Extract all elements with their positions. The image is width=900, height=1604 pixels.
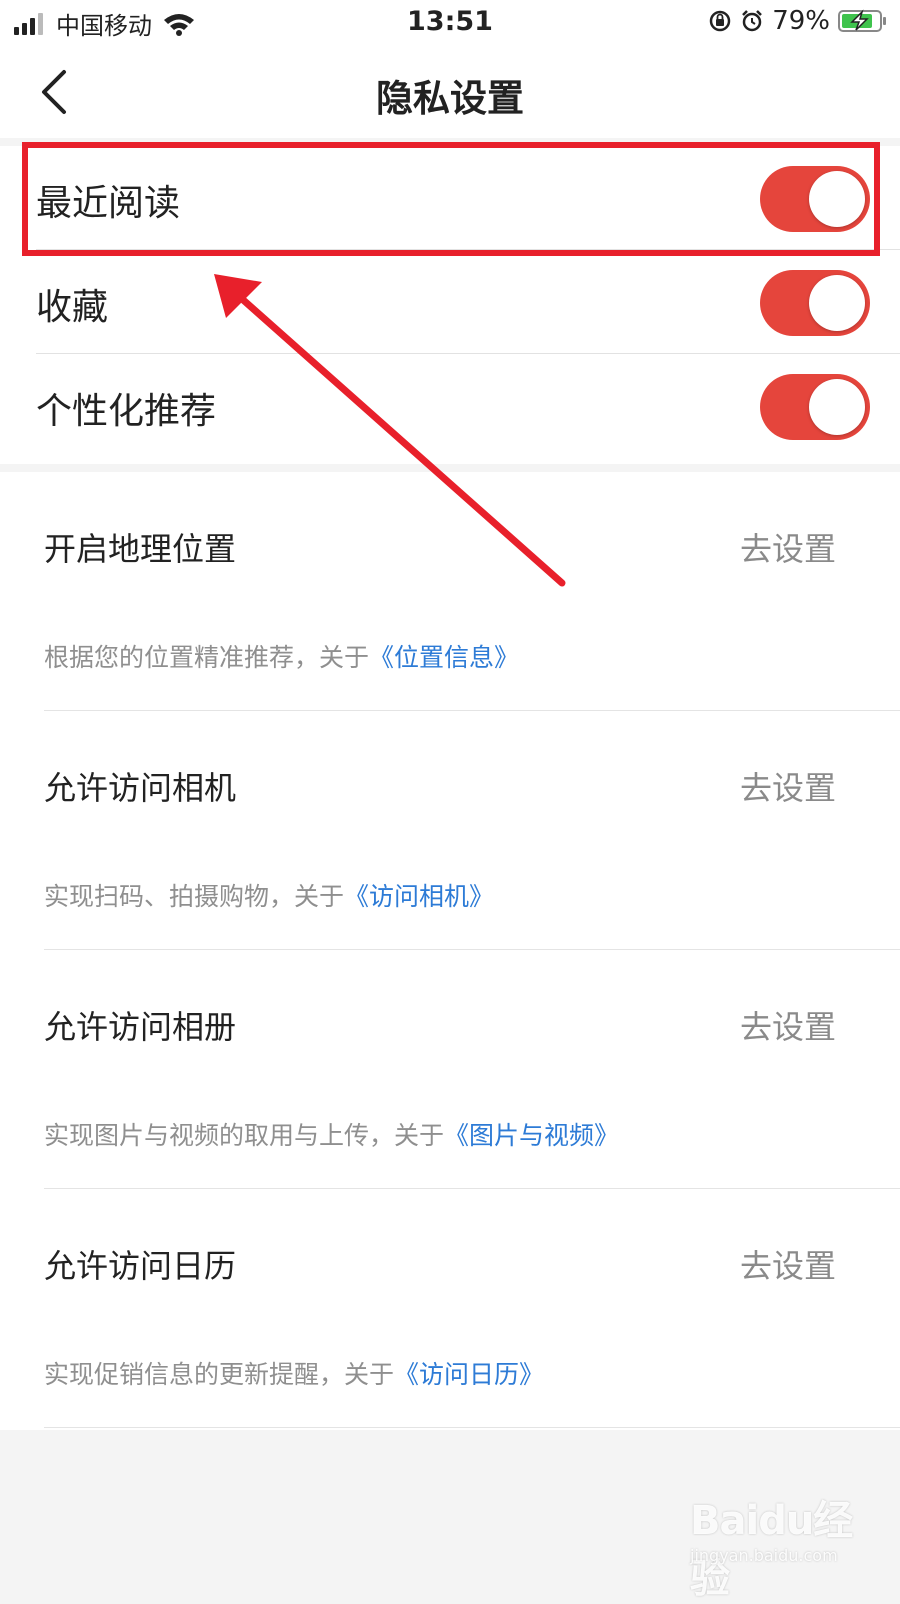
permission-title: 允许访问相机	[44, 769, 237, 807]
annotation-highlight-box	[22, 142, 880, 256]
permissions-section: 开启地理位置 去设置 根据您的位置精准推荐，关于《位置信息》 允许访问相机 去设…	[0, 472, 900, 1430]
battery-percent: 79%	[772, 6, 830, 36]
permission-location: 开启地理位置 去设置 根据您的位置精准推荐，关于《位置信息》	[44, 472, 900, 711]
permission-description: 根据您的位置精准推荐，关于《位置信息》	[44, 638, 519, 674]
permission-camera: 允许访问相机 去设置 实现扫码、拍摄购物，关于《访问相机》	[44, 711, 900, 950]
alarm-icon	[742, 10, 763, 32]
permission-title: 允许访问日历	[44, 1247, 237, 1285]
calendar-settings-button[interactable]: 去设置	[740, 1241, 836, 1287]
orientation-lock-icon	[709, 10, 731, 32]
location-info-link[interactable]: 《位置信息》	[369, 643, 519, 672]
photos-info-link[interactable]: 《图片与视频》	[444, 1121, 619, 1150]
baidu-watermark: Baidu经验 jingyan.baidu.com	[690, 1488, 890, 1602]
camera-info-link[interactable]: 《访问相机》	[344, 882, 494, 911]
permission-desc-text: 实现促销信息的更新提醒，关于	[44, 1360, 395, 1389]
camera-settings-button[interactable]: 去设置	[740, 763, 836, 809]
page-title: 隐私设置	[376, 77, 524, 120]
calendar-info-link[interactable]: 《访问日历》	[394, 1360, 544, 1389]
battery-charging-icon	[838, 9, 886, 32]
personalized-recommendation-switch[interactable]	[760, 374, 870, 440]
divider	[44, 1427, 900, 1428]
toggle-label: 个性化推荐	[36, 391, 217, 432]
switch-knob	[809, 379, 865, 435]
permission-description: 实现图片与视频的取用与上传，关于《图片与视频》	[44, 1116, 619, 1152]
permission-desc-text: 实现扫码、拍摄购物，关于	[44, 882, 345, 911]
permission-calendar: 允许访问日历 去设置 实现促销信息的更新提醒，关于《访问日历》	[44, 1189, 900, 1428]
status-right: 79%	[708, 6, 888, 36]
status-bar: 中国移动 13:51 79%	[0, 0, 900, 44]
permission-description: 实现扫码、拍摄购物，关于《访问相机》	[44, 877, 494, 913]
permission-desc-text: 根据您的位置精准推荐，关于	[44, 643, 370, 672]
permission-title: 开启地理位置	[44, 530, 237, 568]
favorites-switch[interactable]	[760, 270, 870, 336]
nav-bar: 隐私设置	[0, 44, 900, 138]
permission-title: 允许访问相册	[44, 1008, 237, 1046]
location-settings-button[interactable]: 去设置	[740, 524, 836, 570]
permission-description: 实现促销信息的更新提醒，关于《访问日历》	[44, 1355, 544, 1391]
toggle-row-favorites: 收藏	[36, 250, 900, 354]
toggle-label: 收藏	[36, 287, 109, 328]
toggle-row-personalized-recommendation: 个性化推荐	[36, 354, 900, 458]
permission-desc-text: 实现图片与视频的取用与上传，关于	[44, 1121, 445, 1150]
watermark-url: jingyan.baidu.com	[690, 1546, 838, 1565]
photos-settings-button[interactable]: 去设置	[740, 1002, 836, 1048]
permission-photos: 允许访问相册 去设置 实现图片与视频的取用与上传，关于《图片与视频》	[44, 950, 900, 1189]
switch-knob	[809, 275, 865, 331]
